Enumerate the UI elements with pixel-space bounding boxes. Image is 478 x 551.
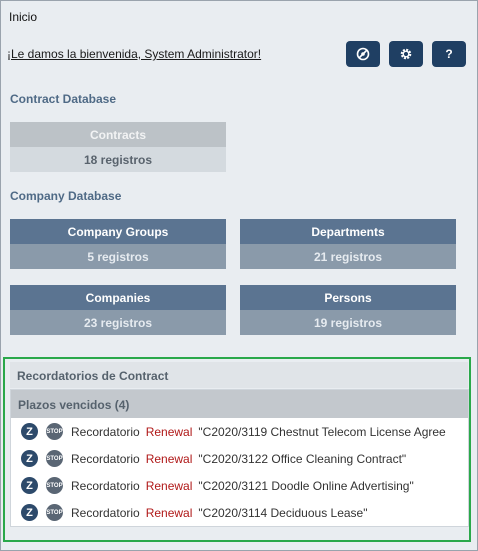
reminder-type: Renewal: [145, 505, 193, 520]
reminder-kind: Recordatorio: [71, 505, 140, 520]
reminder-row[interactable]: Z STOP Recordatorio Renewal "C2020/3119 …: [11, 418, 468, 445]
reminder-row[interactable]: Z STOP Recordatorio Renewal "C2020/3122 …: [11, 445, 468, 472]
stop-icon: STOP: [46, 450, 63, 467]
reminders-list: Plazos vencidos (4) Z STOP Recordatorio …: [10, 389, 469, 527]
help-icon: ?: [445, 47, 453, 61]
reminder-row[interactable]: Z STOP Recordatorio Renewal "C2020/3114 …: [11, 499, 468, 526]
z-icon: Z: [21, 423, 38, 440]
help-button[interactable]: ?: [432, 41, 466, 67]
reminders-title: Recordatorios de Contract: [10, 362, 468, 388]
card-count: 21 registros: [240, 244, 456, 269]
settings-button[interactable]: [389, 41, 423, 67]
card-count: 19 registros: [240, 310, 456, 335]
hide-button[interactable]: [346, 41, 380, 67]
card-label: Companies: [10, 285, 226, 310]
card-label: Contracts: [10, 122, 226, 147]
gear-icon: [400, 48, 412, 60]
no-eye-icon: [356, 47, 370, 61]
company-db-title: Company Database: [10, 189, 122, 203]
page-title: Inicio: [9, 10, 38, 24]
reminder-description[interactable]: "C2020/3122 Office Cleaning Contract": [198, 452, 406, 466]
reminder-kind: Recordatorio: [71, 478, 140, 493]
persons-card[interactable]: Persons 19 registros: [240, 285, 456, 335]
card-label: Persons: [240, 285, 456, 310]
card-count: 5 registros: [10, 244, 226, 269]
contract-db-title: Contract Database: [10, 92, 117, 106]
card-label: Departments: [240, 219, 456, 244]
reminder-type: Renewal: [145, 478, 193, 493]
reminder-type: Renewal: [145, 424, 193, 439]
overdue-header[interactable]: Plazos vencidos (4): [11, 390, 468, 418]
reminder-description[interactable]: "C2020/3119 Chestnut Telecom License Agr…: [198, 425, 445, 439]
stop-icon: STOP: [46, 504, 63, 521]
z-icon: Z: [21, 477, 38, 494]
welcome-link[interactable]: ¡Le damos la bienvenida, System Administ…: [7, 47, 261, 61]
stop-icon: STOP: [46, 477, 63, 494]
stop-icon: STOP: [46, 423, 63, 440]
contract-reminders-panel: Recordatorios de Contract Plazos vencido…: [3, 357, 471, 542]
window-frame: Inicio ¡Le damos la bienvenida, System A…: [0, 0, 478, 551]
departments-card[interactable]: Departments 21 registros: [240, 219, 456, 269]
company-groups-card[interactable]: Company Groups 5 registros: [10, 219, 226, 269]
card-count: 23 registros: [10, 310, 226, 335]
z-icon: Z: [21, 450, 38, 467]
z-icon: Z: [21, 504, 38, 521]
reminder-type: Renewal: [145, 451, 193, 466]
contracts-card[interactable]: Contracts 18 registros: [10, 122, 226, 172]
reminder-kind: Recordatorio: [71, 451, 140, 466]
reminder-description[interactable]: "C2020/3114 Deciduous Lease": [198, 506, 367, 520]
card-count: 18 registros: [10, 147, 226, 172]
reminder-kind: Recordatorio: [71, 424, 140, 439]
reminder-row[interactable]: Z STOP Recordatorio Renewal "C2020/3121 …: [11, 472, 468, 499]
card-label: Company Groups: [10, 219, 226, 244]
companies-card[interactable]: Companies 23 registros: [10, 285, 226, 335]
reminder-description[interactable]: "C2020/3121 Doodle Online Advertising": [198, 479, 413, 493]
